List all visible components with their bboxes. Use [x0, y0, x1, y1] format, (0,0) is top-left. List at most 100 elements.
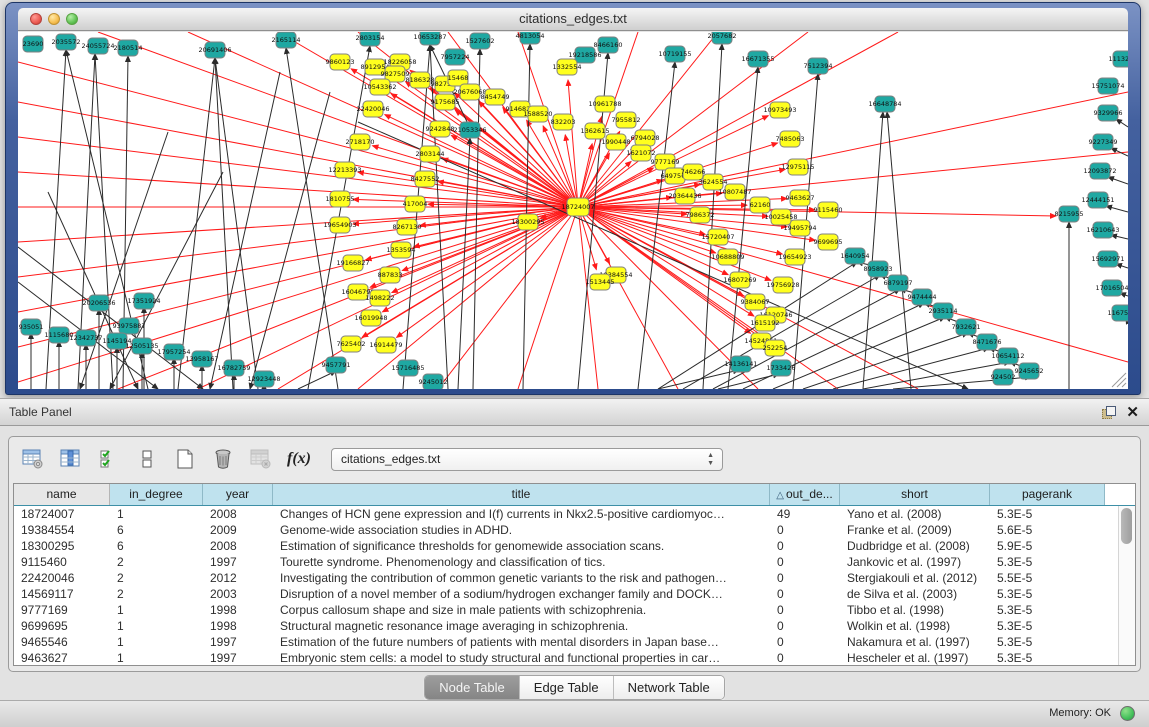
- show-hide-columns-icon[interactable]: [97, 447, 121, 471]
- yellow-node[interactable]: 8267130: [393, 219, 422, 235]
- yellow-node[interactable]: 9860123: [326, 54, 355, 70]
- close-panel-icon[interactable]: ✕: [1126, 405, 1139, 420]
- teal-node[interactable]: 2165114: [272, 32, 301, 48]
- teal-node[interactable]: 1640954: [841, 248, 870, 264]
- teal-node[interactable]: 2803154: [356, 32, 385, 46]
- teal-node[interactable]: 9474444: [908, 289, 937, 305]
- yellow-node[interactable]: 7955812: [612, 112, 641, 128]
- teal-node[interactable]: 7957224: [441, 49, 470, 65]
- yellow-node[interactable]: 1615192: [751, 315, 780, 331]
- yellow-node[interactable]: 9175685: [431, 94, 460, 110]
- memory-status-icon[interactable]: [1120, 706, 1135, 721]
- tab-network-table[interactable]: Network Table: [614, 676, 724, 699]
- yellow-node[interactable]: 8454749: [481, 89, 510, 105]
- table-row[interactable]: 946554611997Estimation of the future num…: [14, 634, 1119, 650]
- teal-node[interactable]: 9245012: [419, 374, 448, 389]
- yellow-node[interactable]: 7986372: [686, 207, 715, 223]
- delete-columns-icon[interactable]: [211, 447, 235, 471]
- teal-node[interactable]: 1113254: [1109, 51, 1128, 67]
- yellow-node[interactable]: 10973493: [763, 102, 796, 118]
- teal-node[interactable]: 10719155: [658, 46, 691, 62]
- column-header-name[interactable]: name: [14, 484, 110, 505]
- teal-node[interactable]: 24055724: [81, 38, 114, 54]
- yellow-node[interactable]: 12975115: [781, 159, 814, 175]
- teal-node[interactable]: 15716485: [391, 360, 424, 376]
- teal-node[interactable]: 15751074: [1091, 78, 1124, 94]
- yellow-node[interactable]: 1990448: [602, 134, 631, 150]
- yellow-node[interactable]: 9699695: [814, 234, 843, 250]
- yellow-node[interactable]: 16019948: [354, 310, 387, 326]
- teal-node[interactable]: 6879197: [884, 275, 913, 291]
- teal-node[interactable]: 15692971: [1091, 251, 1124, 267]
- teal-node[interactable]: 12923448: [247, 371, 280, 387]
- column-header-in-degree[interactable]: in_degree: [110, 484, 203, 505]
- yellow-node[interactable]: 9242848: [426, 121, 455, 137]
- yellow-node[interactable]: 1362615: [581, 123, 610, 139]
- minimize-button[interactable]: [48, 13, 60, 25]
- table-row[interactable]: 1830029562008Estimation of significance …: [14, 538, 1119, 554]
- teal-node[interactable]: 8958923: [864, 261, 893, 277]
- teal-node[interactable]: 2035572: [52, 34, 81, 50]
- resize-grip-icon[interactable]: [1112, 373, 1126, 387]
- teal-node[interactable]: 1527602: [466, 33, 495, 49]
- table-row[interactable]: 1938455462009Genome-wide association stu…: [14, 522, 1119, 538]
- yellow-node[interactable]: 20364436: [668, 188, 701, 204]
- teal-node[interactable]: 9245652: [1015, 363, 1044, 379]
- window-titlebar[interactable]: citations_edges.txt: [18, 8, 1128, 31]
- tab-node-table[interactable]: Node Table: [425, 676, 520, 699]
- row-options-icon[interactable]: [135, 447, 159, 471]
- yellow-node[interactable]: 19654903: [323, 217, 356, 233]
- teal-node[interactable]: 12444151: [1081, 192, 1114, 208]
- yellow-node[interactable]: 19756928: [766, 277, 799, 293]
- yellow-node[interactable]: 15720407: [701, 229, 734, 245]
- column-header-short[interactable]: short: [840, 484, 990, 505]
- table-settings-icon[interactable]: [21, 447, 45, 471]
- table-row[interactable]: 911546021997Tourette syndrome. Phenomeno…: [14, 554, 1119, 570]
- table-row[interactable]: 1872400712008Changes of HCN gene express…: [14, 506, 1119, 522]
- table-selector-dropdown[interactable]: citations_edges.txt ▲▼: [331, 448, 723, 471]
- teal-node[interactable]: 935051: [19, 319, 44, 335]
- close-button[interactable]: [30, 13, 42, 25]
- yellow-node[interactable]: 9384067: [741, 294, 770, 310]
- teal-node[interactable]: 7932621: [952, 319, 981, 335]
- yellow-node[interactable]: 6794028: [631, 130, 660, 146]
- teal-node[interactable]: 17016504: [1095, 280, 1128, 296]
- column-header-title[interactable]: title: [273, 484, 770, 505]
- yellow-node[interactable]: 887833: [378, 267, 403, 283]
- delete-table-icon[interactable]: [249, 447, 273, 471]
- yellow-node[interactable]: 2803144: [416, 146, 445, 162]
- teal-node[interactable]: 12093872: [1083, 163, 1116, 179]
- teal-node[interactable]: 8471676: [973, 334, 1002, 350]
- teal-node[interactable]: 23690: [23, 36, 44, 52]
- teal-node[interactable]: 9329966: [1094, 105, 1123, 121]
- table-row[interactable]: 946362711997Embryonic stem cells: a mode…: [14, 650, 1119, 666]
- yellow-node[interactable]: 7485063: [776, 131, 805, 147]
- teal-node[interactable]: 924502: [991, 369, 1016, 385]
- teal-node[interactable]: 17351924: [127, 293, 160, 309]
- teal-node[interactable]: 20691406: [198, 42, 231, 58]
- teal-node[interactable]: 8215955: [1055, 206, 1084, 222]
- table-row[interactable]: 2242004622012Investigating the contribut…: [14, 570, 1119, 586]
- yellow-node[interactable]: 1498222: [366, 290, 395, 306]
- teal-node[interactable]: 2180514: [114, 40, 143, 56]
- teal-node[interactable]: 2057682: [708, 32, 737, 44]
- yellow-node[interactable]: 1513445: [586, 274, 615, 290]
- column-header-year[interactable]: year: [203, 484, 273, 505]
- teal-node[interactable]: 10653287: [413, 32, 446, 45]
- yellow-node[interactable]: 417004: [403, 196, 428, 212]
- table-row[interactable]: 1456911722003Disruption of a novel membe…: [14, 586, 1119, 602]
- yellow-node[interactable]: 12213393: [328, 162, 361, 178]
- yellow-node[interactable]: 62160: [750, 197, 771, 213]
- yellow-node[interactable]: 9463627: [786, 190, 815, 206]
- yellow-node[interactable]: 7625402: [337, 336, 366, 352]
- yellow-node[interactable]: 19654923: [778, 249, 811, 265]
- teal-node[interactable]: 9227349: [1089, 134, 1118, 150]
- table-row[interactable]: 977716911998Corpus callosum shape and si…: [14, 602, 1119, 618]
- function-builder-icon[interactable]: f(x): [287, 447, 311, 471]
- yellow-node[interactable]: 22420046: [356, 101, 389, 117]
- teal-node[interactable]: 9457791: [322, 357, 351, 373]
- new-table-icon[interactable]: [173, 447, 197, 471]
- table-row[interactable]: 969969511998Structural magnetic resonanc…: [14, 618, 1119, 634]
- yellow-node[interactable]: 1588520: [524, 106, 553, 122]
- yellow-node[interactable]: 832203: [551, 114, 576, 130]
